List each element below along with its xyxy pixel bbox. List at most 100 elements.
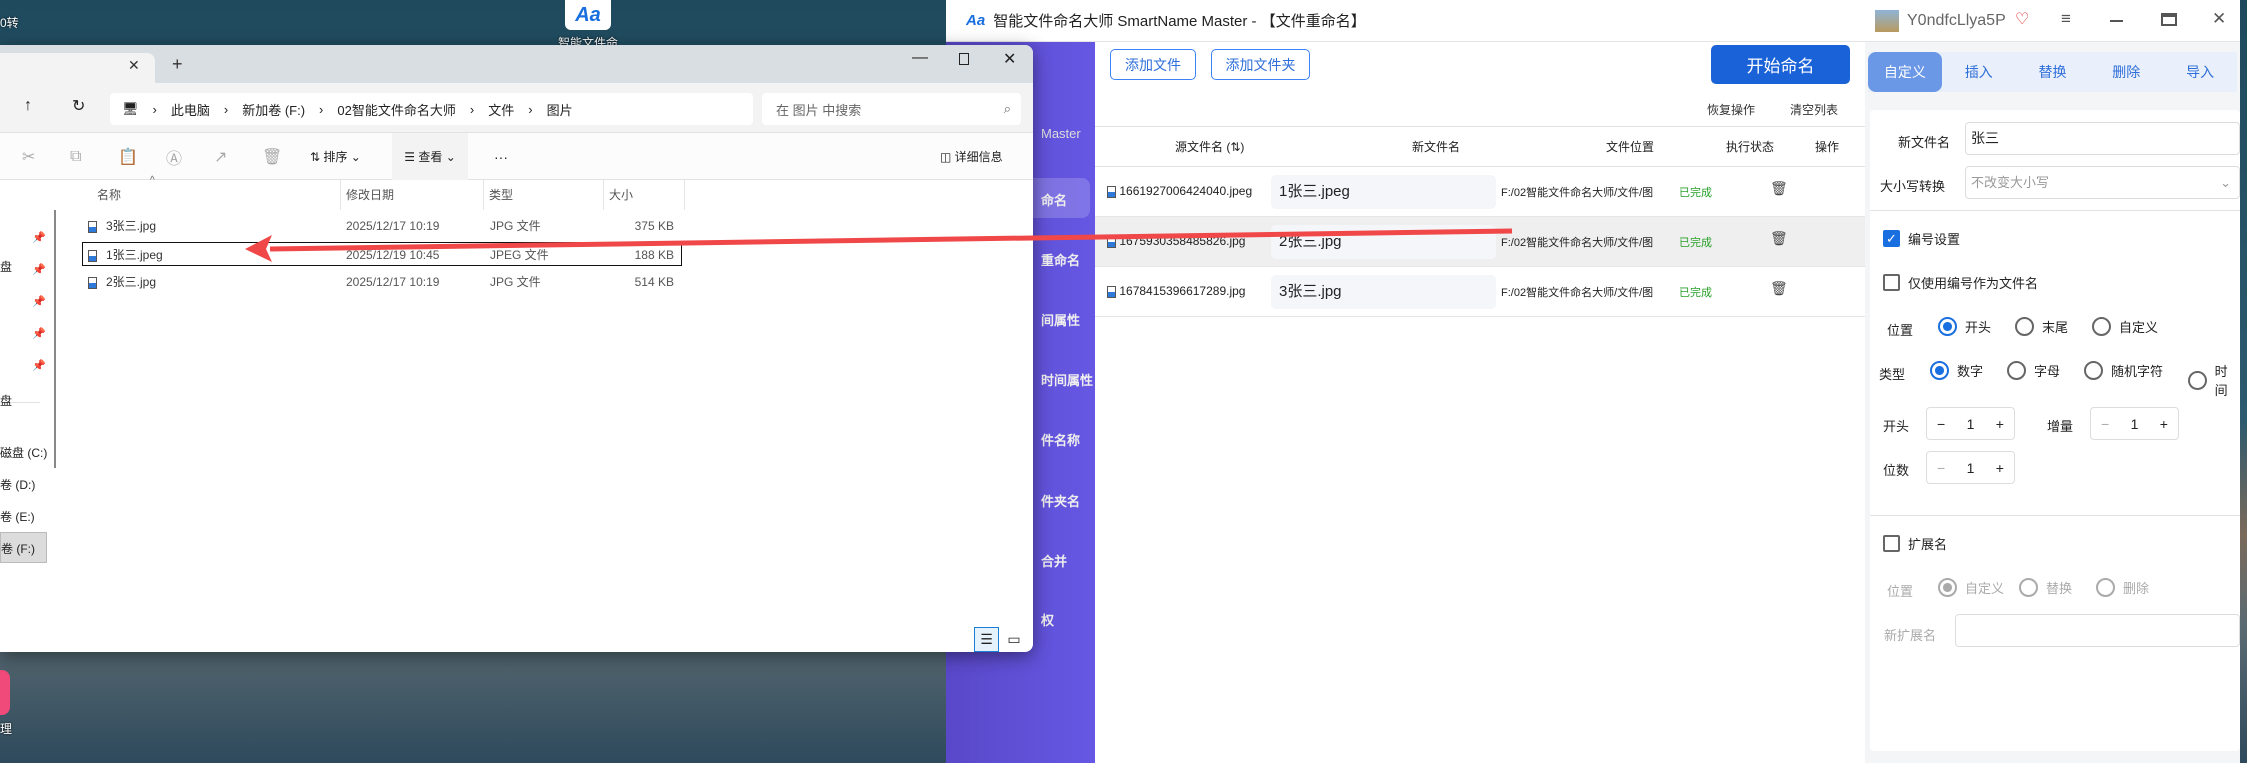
sidebar-item[interactable]: 件夹名 bbox=[1041, 491, 1095, 510]
table-row[interactable]: 1675930358485826.jpg 2张三.jpg F:/02智能文件命名… bbox=[1095, 217, 1865, 267]
add-folder-button[interactable]: 添加文件夹 bbox=[1211, 49, 1310, 80]
table-row[interactable]: 1661927006424040.jpeg 1张三.jpeg F:/02智能文件… bbox=[1095, 167, 1865, 217]
desktop-pink-app-icon[interactable] bbox=[0, 670, 10, 715]
up-arrow-icon[interactable]: ↑ bbox=[24, 97, 32, 115]
sidebar-item[interactable]: 命名 bbox=[1041, 190, 1095, 209]
radio-ext-replace[interactable]: 替换 bbox=[2019, 578, 2072, 597]
plus-icon[interactable]: + bbox=[2160, 416, 2168, 432]
breadcrumb-item[interactable]: 图片 bbox=[547, 100, 573, 119]
breadcrumb-item[interactable]: 此电脑 bbox=[171, 100, 210, 119]
new-tab-icon[interactable]: + bbox=[172, 54, 183, 75]
add-file-button[interactable]: 添加文件 bbox=[1110, 49, 1196, 80]
rename-icon[interactable]: Ⓐ bbox=[166, 133, 182, 180]
file-row-selected[interactable]: 1张三.jpeg 2025/12/19 10:45 JPEG 文件 188 KB bbox=[82, 242, 682, 266]
tab-replace[interactable]: 替换 bbox=[2016, 52, 2090, 92]
plus-icon[interactable]: + bbox=[1996, 460, 2004, 476]
trash-icon[interactable]: 🗑 bbox=[1770, 280, 1788, 297]
cut-icon[interactable]: ✂ bbox=[22, 133, 35, 180]
col-size[interactable]: 大小 bbox=[609, 180, 633, 210]
radio-letter[interactable]: 字母 bbox=[2007, 361, 2060, 380]
file-row[interactable]: 3张三.jpg 2025/12/17 10:19 JPG 文件 375 KB bbox=[82, 214, 682, 238]
radio-end[interactable]: 末尾 bbox=[2015, 317, 2068, 336]
avatar[interactable] bbox=[1875, 10, 1899, 32]
radio-time[interactable]: 时间 bbox=[2188, 361, 2240, 399]
only-number-checkbox[interactable]: 仅使用编号作为文件名 bbox=[1883, 273, 2038, 292]
extension-checkbox[interactable]: 扩展名 bbox=[1883, 534, 1947, 553]
sidebar-item[interactable]: 权 bbox=[1041, 610, 1095, 629]
share-icon[interactable]: ↗ bbox=[214, 133, 227, 180]
sidebar-item[interactable]: 时间属性 bbox=[1041, 370, 1095, 389]
nav-item-c[interactable]: 磁盘 (C:) bbox=[0, 444, 47, 461]
more-button[interactable]: ··· bbox=[494, 133, 508, 180]
close-icon[interactable]: ✕ bbox=[2212, 9, 2226, 29]
col-source-name[interactable]: 源文件名 (⇅) bbox=[1175, 138, 1244, 155]
new-filename-input[interactable]: 2张三.jpg bbox=[1271, 225, 1496, 259]
nav-item-d[interactable]: 卷 (D:) bbox=[0, 476, 35, 493]
start-stepper[interactable]: − 1 + bbox=[1926, 407, 2015, 440]
tab-close-icon[interactable]: ✕ bbox=[128, 57, 140, 74]
refresh-icon[interactable]: ↻ bbox=[72, 96, 85, 116]
new-filename-input[interactable]: 3张三.jpg bbox=[1271, 275, 1496, 309]
maximize-icon[interactable] bbox=[2161, 13, 2177, 26]
minus-icon[interactable]: − bbox=[1937, 460, 1945, 476]
breadcrumb-item[interactable]: 文件 bbox=[488, 100, 514, 119]
view-button[interactable]: ☰ 查看 ⌄ bbox=[392, 133, 468, 180]
breadcrumb[interactable]: 🖥 › 此电脑 › 新加卷 (F:) › 02智能文件命名大师 › 文件 › 图片 bbox=[110, 93, 753, 125]
paste-icon[interactable]: 📋 bbox=[118, 133, 138, 180]
radio-ext-delete[interactable]: 删除 bbox=[2096, 578, 2149, 597]
start-rename-button[interactable]: 开始命名 bbox=[1711, 45, 1850, 84]
minus-icon[interactable]: − bbox=[1937, 416, 1945, 432]
sidebar-item[interactable]: 件名称 bbox=[1041, 430, 1095, 449]
new-name-input[interactable]: 张三 bbox=[1965, 122, 2240, 155]
sidebar-item[interactable]: 间属性 bbox=[1041, 310, 1095, 329]
clear-list-button[interactable]: 清空列表 bbox=[1790, 101, 1838, 118]
search-input[interactable]: 在 图片 中搜索 ⌕ bbox=[762, 93, 1021, 125]
increment-stepper[interactable]: − 1 + bbox=[2090, 407, 2179, 440]
minimize-icon[interactable] bbox=[2110, 20, 2123, 22]
breadcrumb-item[interactable]: 02智能文件命名大师 bbox=[337, 100, 455, 119]
radio-random[interactable]: 随机字符 bbox=[2084, 361, 2163, 380]
nav-item-f-selected[interactable]: 卷 (F:) bbox=[0, 532, 47, 563]
radio-custom[interactable]: 自定义 bbox=[2092, 317, 2158, 336]
new-ext-input[interactable] bbox=[1955, 614, 2240, 647]
sort-button[interactable]: ⇅ 排序 ⌄ bbox=[310, 133, 361, 180]
tab-insert[interactable]: 插入 bbox=[1942, 52, 2016, 92]
sidebar-item[interactable]: 重命名 bbox=[1041, 250, 1095, 269]
minus-icon[interactable]: − bbox=[2101, 416, 2109, 432]
table-row[interactable]: 1678415396617289.jpg 3张三.jpg F:/02智能文件命名… bbox=[1095, 267, 1865, 317]
new-filename-input[interactable]: 1张三.jpeg bbox=[1271, 175, 1496, 209]
case-select[interactable]: 不改变大小写 ⌄ bbox=[1965, 166, 2240, 199]
breadcrumb-item[interactable]: 新加卷 (F:) bbox=[242, 100, 305, 119]
nav-item[interactable]: 盘 bbox=[0, 258, 12, 275]
radio-start[interactable]: 开头 bbox=[1938, 317, 1991, 336]
nav-item-e[interactable]: 卷 (E:) bbox=[0, 508, 35, 525]
numbering-checkbox[interactable]: ✓ 编号设置 bbox=[1883, 229, 1960, 248]
tiles-view-icon[interactable]: ▭ bbox=[1003, 627, 1025, 652]
nav-scrollbar[interactable] bbox=[54, 210, 56, 468]
details-view-icon[interactable]: ☰ bbox=[974, 627, 999, 652]
tab-import[interactable]: 导入 bbox=[2163, 52, 2237, 92]
col-name[interactable]: 名称 bbox=[97, 180, 121, 210]
file-row[interactable]: 2张三.jpg 2025/12/17 10:19 JPG 文件 514 KB bbox=[82, 270, 682, 294]
radio-ext-custom[interactable]: 自定义 bbox=[1938, 578, 2004, 597]
copy-icon[interactable]: ⧉ bbox=[70, 133, 81, 180]
trash-icon[interactable]: 🗑 bbox=[1770, 180, 1788, 197]
delete-icon[interactable]: 🗑 bbox=[262, 133, 282, 180]
radio-number[interactable]: 数字 bbox=[1930, 361, 1983, 380]
details-button[interactable]: ◫ 详细信息 bbox=[940, 133, 1003, 180]
plus-icon[interactable]: + bbox=[1996, 416, 2004, 432]
digits-stepper[interactable]: − 1 + bbox=[1926, 451, 2015, 484]
col-date[interactable]: 修改日期 bbox=[346, 180, 394, 210]
nav-item[interactable]: 盘 bbox=[0, 392, 12, 409]
menu-icon[interactable]: ≡ bbox=[2061, 9, 2071, 29]
close-icon[interactable]: ✕ bbox=[1003, 49, 1016, 69]
minimize-icon[interactable]: — bbox=[912, 49, 928, 67]
tab-custom[interactable]: 自定义 bbox=[1868, 52, 1942, 92]
desktop-app-icon[interactable]: Aa bbox=[565, 0, 611, 30]
col-type[interactable]: 类型 bbox=[489, 180, 513, 210]
restore-button[interactable]: 恢复操作 bbox=[1707, 101, 1755, 118]
sidebar-item[interactable]: 合并 bbox=[1041, 551, 1095, 570]
trash-icon[interactable]: 🗑 bbox=[1770, 230, 1788, 247]
maximize-icon[interactable] bbox=[959, 53, 969, 65]
tab-delete[interactable]: 删除 bbox=[2089, 52, 2163, 92]
